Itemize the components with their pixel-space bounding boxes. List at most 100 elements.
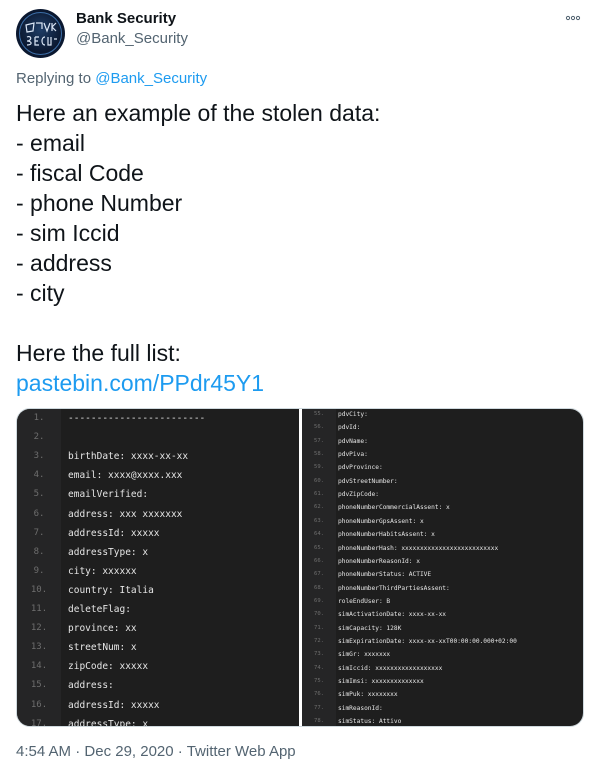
tweet-text-line: - sim Iccid <box>16 220 120 246</box>
line-number: 55. <box>314 411 324 417</box>
tweet-time-link[interactable]: 4:54 AM · Dec 29, 2020 <box>16 743 174 760</box>
code-text: streetNum: x <box>68 642 137 654</box>
code-text: address: xxx xxxxxxx <box>68 508 183 520</box>
tweet-text-line: - city <box>16 280 65 306</box>
avatar[interactable] <box>16 9 65 58</box>
replying-to: Replying to @Bank_Security <box>16 70 207 87</box>
code-text: province: xx <box>68 623 137 635</box>
code-line: 68. phoneNumberThirdPartiesAssent: <box>302 582 583 595</box>
code-line: 78. simStatus: Attivo <box>302 715 583 726</box>
code-line: 76. simPuk: xxxxxxxx <box>302 688 583 701</box>
code-text: phoneNumberGpsAssent: x <box>338 517 424 525</box>
line-number: 12. <box>30 623 48 634</box>
tweet-text-line: Here the full list: <box>16 340 181 366</box>
pastebin-link[interactable]: pastebin.com/PPdr45Y1 <box>16 368 576 398</box>
line-number: 70. <box>314 611 324 618</box>
tweet-text: Here an example of the stolen data: - em… <box>16 98 576 398</box>
more-options-icon[interactable] <box>563 8 583 28</box>
tweet-source[interactable]: Twitter Web App <box>187 743 296 760</box>
code-text: phoneNumberHabitsAssent: x <box>338 531 435 539</box>
code-line: 67. phoneNumberStatus: ACTIVE <box>302 568 583 581</box>
code-text: simPuk: xxxxxxxx <box>338 691 398 699</box>
tweet-media[interactable]: 1. ------------------------ 2. 3. birthDate:… <box>16 408 584 727</box>
code-text: simGr: xxxxxxx <box>338 651 391 659</box>
code-text: pdvId: <box>338 424 361 432</box>
code-line: 4. email: xxxx@xxxx.xxx <box>17 466 299 485</box>
code-text: addressType: x <box>68 546 149 558</box>
code-line: 65. phoneNumberHash: xxxxxxxxxxxxxxxxxxxx… <box>302 542 583 555</box>
code-text: roleEndUser: B <box>338 597 391 605</box>
line-number: 69. <box>314 597 324 604</box>
code-line: 69. roleEndUser: B <box>302 595 583 608</box>
code-line: 59. pdvProvince: <box>302 461 583 474</box>
tweet-time: 4:54 AM <box>16 743 72 760</box>
code-line: 3. birthDate: xxxx-xx-xx <box>17 447 299 466</box>
code-text: phoneNumberThirdPartiesAssent: <box>338 584 450 592</box>
line-number: 56. <box>314 424 324 431</box>
code-text: phoneNumberCommercialAssent: x <box>338 504 450 512</box>
code-text: phoneNumberStatus: ACTIVE <box>338 571 432 579</box>
code-line: 62. phoneNumberCommercialAssent: x <box>302 501 583 514</box>
code-text: deleteFlag: <box>68 604 131 615</box>
replying-to-prefix: Replying to <box>16 70 96 87</box>
line-number: 60. <box>314 477 324 484</box>
line-number: 64. <box>314 531 324 538</box>
code-line: 12. province: xx <box>17 619 299 638</box>
tweet-text-line: - phone Number <box>16 190 183 216</box>
line-number: 4. <box>33 470 45 481</box>
code-text: pdvStreetNumber: <box>338 477 398 485</box>
code-line: 5. emailVerified: <box>17 485 299 504</box>
media-image-left[interactable]: 1. ------------------------ 2. 3. birthDate:… <box>17 409 299 727</box>
tweet-text-line: Here an example of the stolen data: <box>16 100 381 126</box>
code-text: addressType: x <box>68 718 149 727</box>
line-number: 62. <box>314 504 324 511</box>
code-line: 16. addressId: xxxxx <box>17 696 299 715</box>
separator: · <box>71 743 85 760</box>
tweet-text-line: - address <box>16 250 112 276</box>
media-image-right[interactable]: 55. pdvCity: 56. pdvId: 57. pdvName: 58. pdvPiv… <box>302 409 583 726</box>
code-text: simActivationDate: xxxx-xx-xx <box>338 611 447 619</box>
code-line: 66. phoneNumberReasonId: x <box>302 555 583 568</box>
line-number: 76. <box>314 691 324 698</box>
line-number: 63. <box>314 517 324 524</box>
code-line: 64. phoneNumberHabitsAssent: x <box>302 528 583 541</box>
code-text: pdvZipCode: <box>338 491 379 499</box>
line-number: 73. <box>314 651 324 658</box>
code-line: 8. addressType: x <box>17 543 299 562</box>
code-text: emailVerified: <box>68 489 149 501</box>
code-line: 2. <box>17 428 299 447</box>
line-number: 10. <box>30 584 48 595</box>
tweet-timestamp: 4:54 AM · Dec 29, 2020 · Twitter Web App <box>16 743 296 760</box>
line-number: 3. <box>33 451 45 462</box>
code-text: ------------------------ <box>68 413 206 424</box>
code-line: 77. simReasonId: <box>302 702 583 715</box>
tweet: Bank Security @Bank_Security Replying to… <box>0 0 594 779</box>
code-line: 14. zipCode: xxxxx <box>17 657 299 676</box>
code-text: phoneNumberHash: xxxxxxxxxxxxxxxxxxxxxxx… <box>338 544 499 552</box>
author-handle[interactable]: @Bank_Security <box>76 30 188 47</box>
code-text: simStatus: Attivo <box>338 718 402 726</box>
author-display-name[interactable]: Bank Security <box>76 10 176 27</box>
code-line: 10. country: Italia <box>17 581 299 600</box>
code-line: 60. pdvStreetNumber: <box>302 475 583 488</box>
line-number: 1. <box>33 413 45 423</box>
line-number: 58. <box>314 451 324 458</box>
line-number: 78. <box>314 718 324 725</box>
line-number: 6. <box>33 508 45 519</box>
code-text: addressId: xxxxx <box>68 527 160 539</box>
code-line: 9. city: xxxxxx <box>17 562 299 581</box>
replying-to-mention[interactable]: @Bank_Security <box>95 70 207 87</box>
code-line: 11. deleteFlag: <box>17 600 299 619</box>
line-number: 71. <box>314 624 324 631</box>
code-line: 72. simExpirationDate: xxxx-xx-xxT00:00:0… <box>302 635 583 648</box>
line-number: 7. <box>33 527 45 538</box>
code-line: 71. simCapacity: 128K <box>302 622 583 635</box>
code-line: 1. ------------------------ <box>17 409 299 428</box>
code-text: pdvPiva: <box>338 451 368 459</box>
tweet-text-line: - email <box>16 130 86 156</box>
avatar-logo-icon <box>25 22 57 46</box>
line-number: 13. <box>30 642 48 653</box>
line-number: 16. <box>30 699 48 710</box>
code-line: 56. pdvId: <box>302 421 583 434</box>
code-text: city: xxxxxx <box>68 565 137 577</box>
